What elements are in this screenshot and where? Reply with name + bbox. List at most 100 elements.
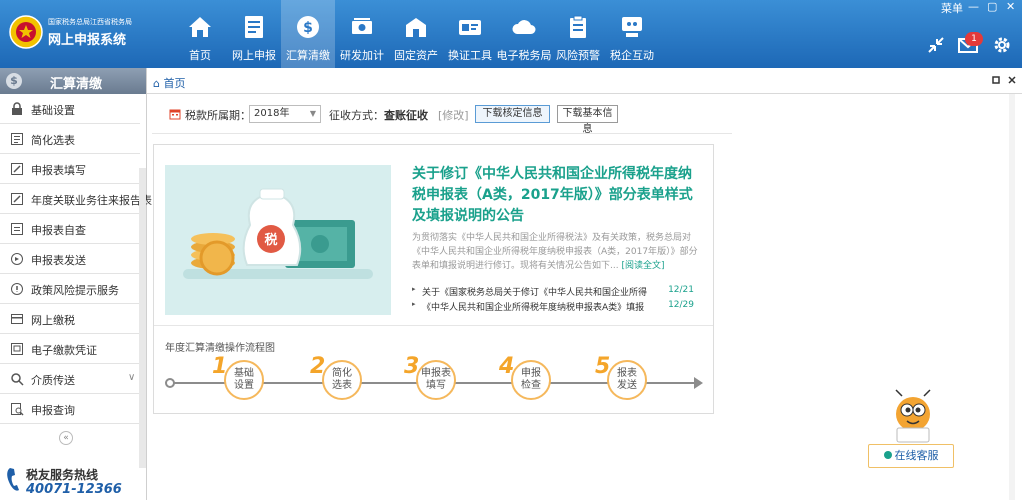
sidebar-item-self-check[interactable]: 申报表自查: [0, 214, 140, 244]
collapse-sidebar-button[interactable]: «: [59, 431, 73, 445]
main-scrollbar[interactable]: [1007, 94, 1017, 500]
message-count-badge: 1: [965, 32, 983, 46]
menu-button[interactable]: 菜单: [941, 0, 963, 16]
period-label: 税款所属期：: [185, 109, 251, 122]
sidebar-item-send[interactable]: 申报表发送: [0, 244, 140, 274]
flow-step-basic-settings[interactable]: 基础 设置 1: [212, 354, 274, 402]
app-window: 国家税务总局江西省税务局 网上申报系统 首页 网上申报 $ 汇算清缴 研发加计: [0, 0, 1022, 500]
sidebar-item-online-pay[interactable]: 网上缴税: [0, 304, 140, 334]
gear-icon[interactable]: [991, 34, 1013, 56]
download-basic-info-button[interactable]: 下载基本信息: [557, 105, 618, 135]
sidebar-item-label: 政策风险提示服务: [31, 284, 119, 297]
step-label-line1: 基础: [234, 368, 254, 379]
download-verify-info-button[interactable]: 下载核定信息: [475, 105, 550, 123]
news-item-date: 12/29: [668, 300, 694, 310]
nav-label: 首页: [189, 49, 211, 62]
news-list-item[interactable]: ▸ 关于《国家税务总局关于修订《中华人民共和国企业所得 12/21: [412, 285, 702, 298]
tab-home[interactable]: ⌂ 首页: [153, 75, 185, 91]
home-small-icon: ⌂: [153, 77, 164, 90]
flow-step-check[interactable]: 申报 检查 4: [499, 354, 561, 402]
coin-icon: $: [6, 73, 22, 89]
tab-close-icon[interactable]: [1008, 76, 1016, 84]
flow-step-send[interactable]: 报表 发送 5: [595, 354, 657, 402]
dollar-icon: $: [297, 16, 319, 38]
sidebar-item-e-receipt[interactable]: 电子缴款凭证: [0, 334, 140, 364]
sidebar-scrollbar[interactable]: [139, 168, 146, 468]
step-circle: 简化 选表: [322, 360, 362, 400]
sidebar-header: $ 汇算清缴: [0, 68, 146, 94]
sidebar-item-label: 简化选表: [31, 134, 75, 147]
nav-online-declare[interactable]: 网上申报: [227, 0, 281, 68]
nav-e-tax-bureau[interactable]: 电子税务局: [497, 0, 552, 68]
news-item-title: 关于《国家税务总局关于修订《中华人民共和国企业所得: [422, 288, 648, 298]
news-item-date: 12/21: [668, 285, 694, 295]
flow-step-simplified-forms[interactable]: 简化 选表 2: [310, 354, 372, 402]
step-label-line1: 申报: [521, 368, 541, 379]
step-circle: 报表 发送: [607, 360, 647, 400]
nav-home[interactable]: 首页: [173, 0, 227, 68]
step-number: 5: [595, 354, 611, 379]
home-panel: 税 关于修订《中华人民共和国企业所得税年度纳税申报表（A类，2017年版）》部分…: [153, 144, 714, 414]
step-number: 1: [212, 354, 228, 379]
flow-step-form-fill[interactable]: 申报表 填写 3: [404, 354, 466, 402]
period-select[interactable]: 2018年 ▼: [249, 105, 321, 123]
sidebar-item-policy-risk[interactable]: 政策风险提示服务: [0, 274, 140, 304]
online-service-label: 在线客服: [894, 449, 939, 462]
sidebar-item-query[interactable]: 申报查询: [0, 394, 140, 424]
chevron-down-icon: ▼: [309, 109, 316, 118]
nav-fixed-assets[interactable]: 固定资产: [389, 0, 443, 68]
hotline-number: 40071-12366: [26, 482, 122, 497]
sidebar-item-basic-settings[interactable]: 基础设置: [0, 94, 140, 124]
nav-label: 固定资产: [394, 49, 438, 62]
nav-label: 研发加计: [340, 49, 384, 62]
money-icon: [352, 18, 372, 34]
nav-label: 税企互动: [610, 49, 654, 62]
sidebar-item-label: 电子缴款凭证: [31, 344, 97, 357]
tab-restore-icon[interactable]: [992, 76, 1000, 84]
step-label-line2: 填写: [426, 380, 446, 391]
sidebar-item-simplified-forms[interactable]: 简化选表: [0, 124, 140, 154]
app-title: 网上申报系统: [48, 33, 127, 48]
step-label-line2: 设置: [234, 380, 254, 391]
shrink-icon[interactable]: [925, 34, 947, 56]
read-more-link[interactable]: [阅读全文]: [621, 261, 664, 271]
interaction-icon: [622, 17, 642, 37]
collect-method-label: 征收方式：: [329, 109, 384, 122]
sidebar-item-label: 介质传送: [31, 374, 75, 387]
tab-home-label: 首页: [163, 77, 186, 90]
nav-label: 网上申报: [232, 49, 276, 62]
tax-badge-text: 税: [264, 232, 277, 248]
news-headline[interactable]: 关于修订《中华人民共和国企业所得税年度纳税申报表（A类，2017年版）》部分表单…: [412, 164, 704, 227]
flow-arrow-icon: [694, 377, 703, 389]
nav-interaction[interactable]: 税企互动: [605, 0, 659, 68]
step-label-line2: 发送: [617, 380, 637, 391]
sidebar-item-form-fill[interactable]: 申报表填写: [0, 154, 140, 184]
news-list-item[interactable]: ▸ 《中华人民共和国企业所得税年度纳税申报表A类》填报 12/29: [412, 300, 702, 313]
modify-link[interactable]: [修改]: [438, 107, 469, 123]
sidebar-item-media-transfer[interactable]: 介质传送 ∨: [0, 364, 140, 394]
document-icon: [245, 16, 263, 38]
nav-settlement[interactable]: $ 汇算清缴: [281, 0, 335, 68]
nav-risk-alert[interactable]: 风险预警: [551, 0, 605, 68]
step-circle: 申报 检查: [511, 360, 551, 400]
close-button[interactable]: ✕: [1006, 0, 1015, 16]
nav-label: 换证工具: [448, 49, 492, 62]
service-icon: [883, 451, 892, 459]
news-illustration[interactable]: 税: [165, 165, 391, 315]
card-icon: [459, 20, 481, 35]
online-service-button[interactable]: 在线客服: [868, 444, 954, 468]
sidebar-title: 汇算清缴: [50, 77, 103, 92]
divider: [154, 325, 713, 326]
sidebar-item-related-transactions[interactable]: 年度关联业务往来报告表: [0, 184, 152, 214]
maximize-button[interactable]: ▢: [987, 0, 997, 16]
news-summary: 为贯彻落实《中华人民共和国企业所得税法》及有关政策，税务总局对《中华人民共和国企…: [412, 231, 704, 273]
nav-cert-tool[interactable]: 换证工具: [443, 0, 497, 68]
tab-bar: ⌂ 首页: [147, 68, 1022, 94]
nav-rd-deduction[interactable]: 研发加计: [335, 0, 389, 68]
minimize-button[interactable]: —: [968, 0, 979, 16]
chevron-down-icon[interactable]: ∨: [128, 372, 135, 383]
home-icon: [189, 17, 211, 37]
divider: [152, 133, 732, 134]
step-label-line1: 申报表: [421, 368, 451, 379]
nav-label: 汇算清缴: [286, 49, 330, 62]
